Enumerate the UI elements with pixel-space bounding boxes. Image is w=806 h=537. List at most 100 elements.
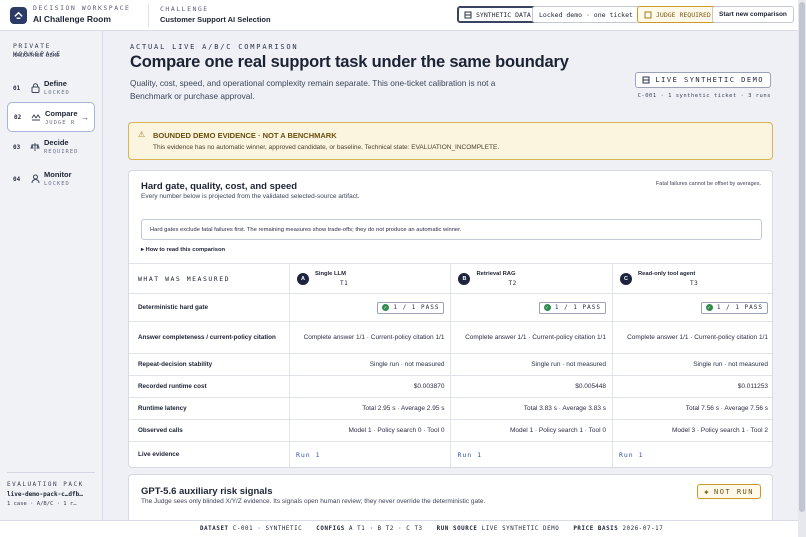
config-name: Single LLM: [314, 271, 346, 277]
bounded-evidence-alert: ⚠ BOUNDED DEMO EVIDENCE · NOT A BENCHMAR…: [128, 122, 773, 160]
cell-value: $0.005448: [450, 375, 613, 398]
warning-icon: [644, 11, 652, 19]
step-number: 03: [13, 143, 21, 151]
evaluation-pack: EVALUATION PACK live-demo-pack-c…dfb… 1 …: [7, 472, 95, 507]
page-scrollbar[interactable]: [798, 0, 806, 537]
table-header-row: WHAT WAS MEASURED A Single LLM T1 B Retr…: [129, 263, 772, 294]
page-eyebrow: ACTUAL LIVE A/B/C COMPARISON: [130, 43, 299, 51]
config-c-header: C Read-only tool agent T3: [611, 263, 772, 294]
step-define[interactable]: 01 Define LOCKED: [7, 73, 95, 103]
workspace-sub: HACKATHON DEMO: [13, 53, 60, 59]
step-number: 02: [14, 113, 22, 121]
step-monitor[interactable]: 04 Monitor LOCKED: [7, 164, 95, 194]
run-link[interactable]: Run 1: [619, 451, 644, 459]
warning-icon: ◈: [704, 487, 710, 496]
footer-configs: CONFIGS A T1 · B T2 · C T3: [316, 526, 422, 532]
footer-price-basis: PRICE BASIS 2026-07-17: [573, 526, 663, 532]
comparison-table: WHAT WAS MEASURED A Single LLM T1 B Retr…: [129, 263, 772, 467]
card-title: GPT-5.6 auxiliary risk signals: [141, 486, 273, 497]
cell-value: $0.011253: [611, 375, 772, 398]
config-badge: B: [458, 272, 471, 285]
start-new-comparison-button[interactable]: Start new comparison: [712, 6, 794, 23]
cell-value: Complete answer 1/1 · Current-policy cit…: [450, 321, 613, 354]
table-row: Deterministic hard gate ✓ 1 / 1 PASS ✓ 1 /…: [129, 293, 772, 322]
column-label: WHAT WAS MEASURED: [138, 274, 231, 283]
cell-value: Model 1 · Policy search 1 · Tool 0: [450, 419, 613, 442]
synthetic-data-button[interactable]: SYNTHETIC DATA: [457, 6, 538, 23]
top-bar: DECISION WORKSPACE AI Challenge Room CHA…: [0, 0, 798, 31]
config-name: Retrieval RAG: [476, 271, 516, 277]
check-icon: ✓: [543, 304, 551, 311]
footer-value: LIVE SYNTHETIC DEMO: [481, 526, 560, 532]
how-to-read-toggle[interactable]: ▸ How to read this comparison: [141, 247, 225, 253]
run-link[interactable]: Run 1: [457, 451, 482, 459]
cell-value: Complete answer 1/1 · Current-policy cit…: [288, 321, 451, 354]
start-new-comparison-label: Start new comparison: [719, 11, 787, 18]
alert-title: BOUNDED DEMO EVIDENCE · NOT A BENCHMARK: [153, 131, 337, 140]
not-run-label: NOT RUN: [713, 487, 754, 496]
footer-key: CONFIGS: [316, 526, 345, 532]
live-badge-label: LIVE SYNTHETIC DEMO: [655, 76, 764, 84]
cell-value: Model 3 · Policy search 1 · Tool 2: [611, 419, 772, 442]
sidebar: PRIVATE WORKSPACE HACKATHON DEMO 01 Defi…: [0, 31, 103, 537]
judge-required-label: JUDGE REQUIRED: [656, 10, 711, 19]
config-badge: C: [619, 272, 632, 285]
step-name: Define: [44, 79, 67, 88]
cell-value: Total 7.56 s · Average 7.56 s: [611, 397, 772, 420]
pass-value: 1 / 1 PASS: [716, 304, 763, 311]
step-status: LOCKED: [44, 90, 70, 96]
scale-icon: [30, 142, 40, 152]
challenge-title: Customer Support AI Selection: [160, 15, 271, 24]
card-desc: The Judge sees only blinded X/Y/Z eviden…: [141, 498, 486, 505]
table-row: Runtime latency Total 2.95 s · Average 2…: [129, 397, 772, 420]
pass-badge: ✓ 1 / 1 PASS: [377, 301, 445, 314]
config-tier: T2: [508, 280, 517, 287]
brand-title: AI Challenge Room: [33, 14, 111, 24]
live-synthetic-badge: LIVE SYNTHETIC DEMO: [635, 72, 771, 88]
main-content: ACTUAL LIVE A/B/C COMPARISON Compare one…: [103, 31, 798, 537]
footer-dataset: DATASET C-001 · SYNTHETIC: [200, 526, 302, 532]
warning-icon: ⚠: [138, 130, 146, 139]
cell-value: Complete answer 1/1 · Current-policy cit…: [611, 321, 772, 354]
pass-badge: ✓ 1 / 1 PASS: [538, 301, 606, 314]
check-icon: ✓: [382, 304, 390, 311]
check-icon: ✓: [705, 304, 713, 311]
step-number: 04: [13, 175, 21, 183]
compare-icon: [31, 112, 41, 122]
run-link[interactable]: Run 1: [296, 451, 321, 459]
config-badge: A: [296, 272, 309, 285]
config-tier: T1: [339, 280, 349, 287]
pass-value: 1 / 1 PASS: [554, 304, 601, 311]
table-row: Live evidence Run 1 Run 1 Run 1: [129, 441, 772, 467]
lock-icon: [30, 83, 40, 93]
judge-required-button[interactable]: JUDGE REQUIRED: [637, 6, 718, 23]
footer-value: A T1 · B T2 · C T3: [349, 526, 423, 532]
config-a-header: A Single LLM T1: [288, 263, 451, 294]
cell-value: Single run · not measured: [611, 353, 772, 376]
table-row: Repeat-decision stability Single run · n…: [129, 353, 772, 376]
locked-demo-button[interactable]: Locked demo · one ticket: [532, 6, 640, 23]
cell-value: Single run · not measured: [450, 353, 613, 376]
footer-key: PRICE BASIS: [573, 526, 619, 532]
page-lead: Quality, cost, speed, and operational co…: [130, 78, 496, 101]
step-decide[interactable]: 03 Decide REQUIRED: [7, 132, 95, 162]
row-label: Live evidence: [129, 441, 290, 467]
step-compare[interactable]: 02 Compare JUDGE REQUIRED →: [7, 102, 95, 132]
scrollbar-thumb[interactable]: [799, 2, 805, 512]
alert-desc: This evidence has no automatic winner, a…: [153, 144, 500, 151]
config-tier: T3: [689, 280, 699, 287]
step-status: LOCKED: [44, 181, 70, 187]
row-label: Repeat-decision stability: [129, 353, 290, 376]
footer-run-source: RUN SOURCE LIVE SYNTHETIC DEMO: [437, 526, 560, 532]
page-title: Compare one real support task under the …: [130, 53, 569, 71]
step-name: Compare: [45, 109, 78, 118]
card-title: Hard gate, quality, cost, and speed: [141, 181, 298, 192]
table-row: Answer completeness / current-policy cit…: [129, 321, 772, 354]
card-desc: Every number below is projected from the…: [141, 193, 360, 200]
runs-summary: C-001 · 1 synthetic ticket · 3 runs: [637, 93, 771, 99]
pack-name: live-demo-pack-c…dfb…: [7, 491, 83, 498]
logo-icon: [10, 7, 27, 24]
footer-key: DATASET: [200, 526, 229, 532]
step-status: REQUIRED: [44, 149, 79, 155]
not-run-badge: ◈ NOT RUN: [697, 484, 761, 499]
